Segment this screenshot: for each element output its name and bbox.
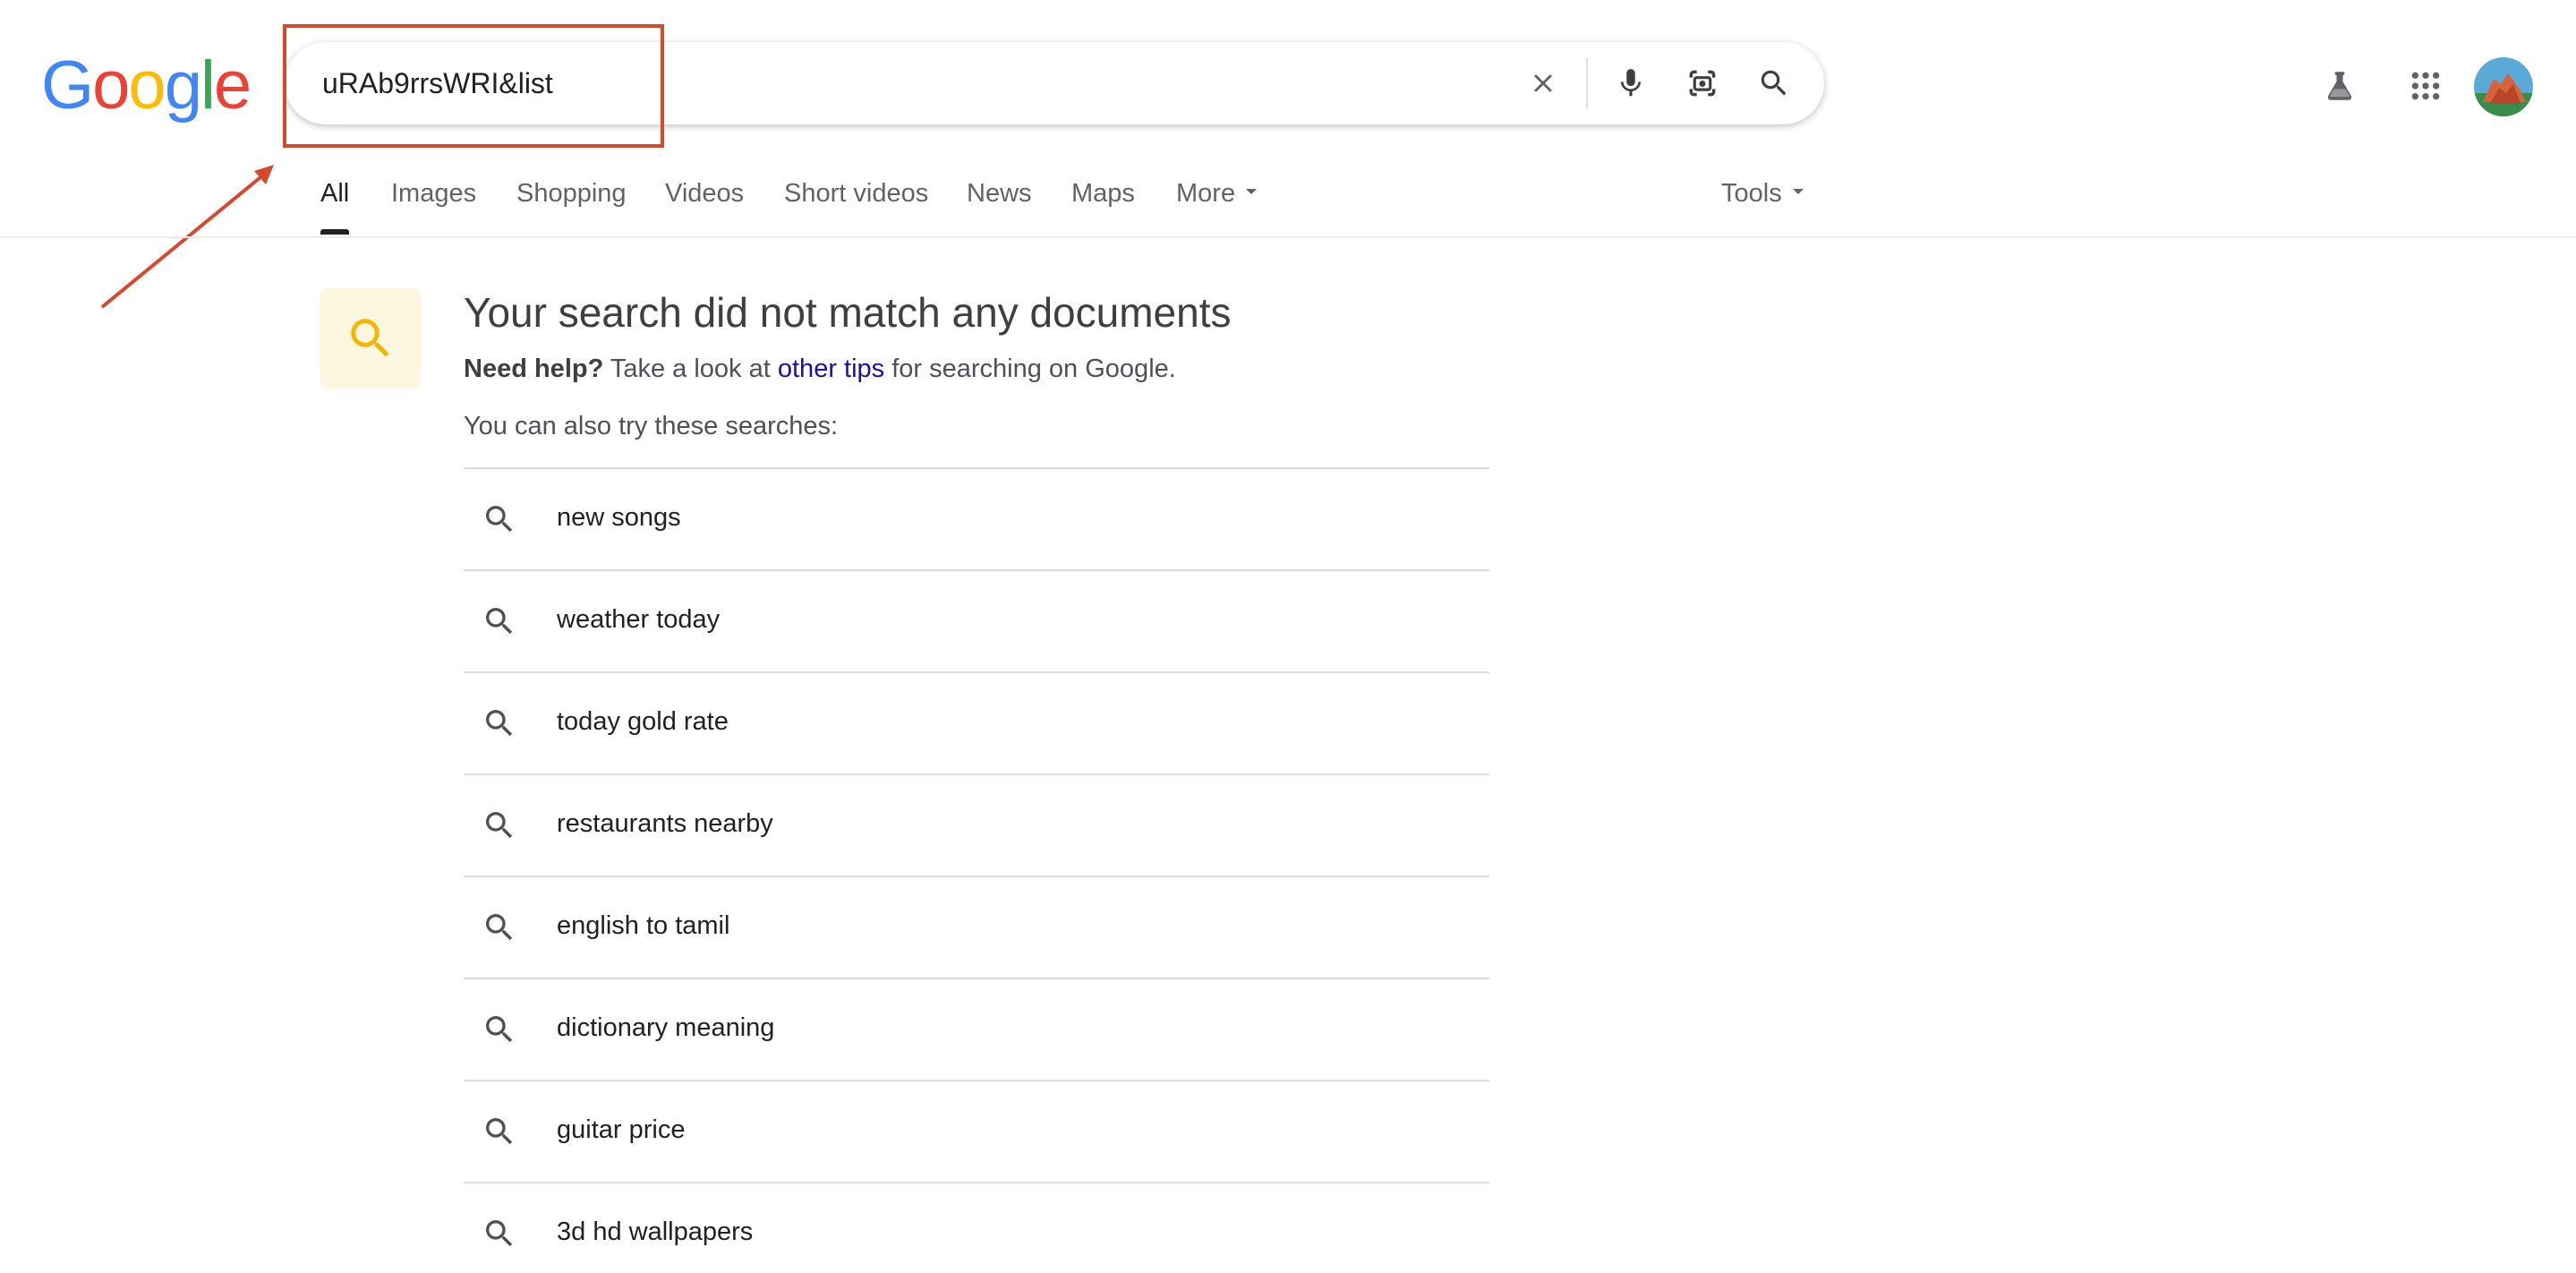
suggestion-text: english to tamil	[557, 911, 730, 940]
logo-letter: e	[213, 47, 252, 124]
help-pre-text: Take a look at	[610, 355, 771, 383]
chevron-down-icon	[1792, 189, 1804, 195]
search-icon[interactable]	[1753, 62, 1796, 105]
tab-more[interactable]: More	[1176, 179, 1258, 209]
logo-letter: g	[164, 47, 202, 124]
search-icon	[486, 1220, 513, 1247]
tools-label: Tools	[1721, 179, 1782, 208]
suggestion-text: restaurants nearby	[557, 809, 773, 838]
suggestion-text: 3d hd wallpapers	[557, 1217, 754, 1246]
google-search-results-page: Google uRAb9rrsWRI&list All Images Shopp…	[0, 0, 2576, 1273]
help-bold-label: Need help?	[464, 355, 604, 383]
tab-short-videos[interactable]: Short videos	[784, 179, 928, 209]
active-tab-indicator	[320, 229, 349, 235]
tab-news[interactable]: News	[967, 179, 1032, 209]
suggestion-item[interactable]: guitar price	[464, 1081, 1489, 1183]
search-divider	[1586, 58, 1588, 108]
tab-images[interactable]: Images	[391, 179, 476, 209]
no-results-search-icon	[320, 288, 421, 389]
suggestion-item[interactable]: today gold rate	[464, 673, 1489, 775]
tab-all[interactable]: All	[320, 179, 349, 209]
suggestion-item[interactable]: dictionary meaning	[464, 979, 1489, 1081]
suggestion-item[interactable]: 3d hd wallpapers	[464, 1183, 1489, 1273]
tab-shopping[interactable]: Shopping	[516, 179, 627, 209]
other-tips-link[interactable]: other tips	[778, 355, 884, 383]
search-input[interactable]	[322, 58, 1423, 108]
suggested-searches-list: new songs weather today today gold rate …	[464, 467, 1489, 1273]
suggestion-text: dictionary meaning	[557, 1013, 775, 1042]
suggestion-item[interactable]: restaurants nearby	[464, 775, 1489, 877]
search-icon	[486, 506, 513, 533]
search-tabs-bar: All Images Shopping Videos Short videos …	[0, 170, 2576, 238]
logo-letter: o	[128, 47, 166, 124]
chevron-down-icon	[1246, 189, 1258, 195]
suggestion-text: guitar price	[557, 1115, 686, 1144]
suggestion-item[interactable]: new songs	[464, 469, 1489, 571]
search-icon	[486, 1016, 513, 1043]
camera-lens-icon[interactable]	[1681, 62, 1724, 105]
suggestion-text: new songs	[557, 503, 681, 532]
google-logo[interactable]: Google	[41, 47, 252, 124]
try-searches-label: You can also try these searches:	[464, 412, 839, 440]
search-icon	[486, 812, 513, 839]
suggestion-text: weather today	[557, 605, 721, 634]
suggestion-text: today gold rate	[557, 707, 729, 736]
logo-letter: G	[41, 47, 94, 124]
logo-letter: l	[200, 47, 216, 124]
microphone-icon[interactable]	[1609, 62, 1652, 105]
search-icon	[486, 608, 513, 635]
clear-icon[interactable]	[1522, 62, 1565, 105]
search-box	[285, 42, 1824, 124]
apps-grid-icon[interactable]	[2399, 59, 2452, 113]
logo-letter: o	[92, 47, 130, 124]
suggestion-item[interactable]: weather today	[464, 571, 1489, 673]
labs-flask-icon[interactable]	[2313, 59, 2367, 113]
suggestion-item[interactable]: english to tamil	[464, 877, 1489, 979]
tab-maps[interactable]: Maps	[1071, 179, 1135, 209]
account-avatar[interactable]	[2474, 57, 2533, 116]
search-icon	[486, 710, 513, 737]
help-text: Need help? Take a look at other tips for…	[464, 355, 1176, 384]
tab-videos[interactable]: Videos	[665, 179, 744, 209]
tools-button[interactable]: Tools	[1721, 179, 1804, 209]
search-icon	[486, 914, 513, 941]
tab-more-label: More	[1176, 179, 1236, 208]
help-post-text: for searching on Google.	[891, 355, 1176, 383]
search-icon	[486, 1118, 513, 1145]
no-results-headline: Your search did not match any documents	[464, 289, 1232, 336]
